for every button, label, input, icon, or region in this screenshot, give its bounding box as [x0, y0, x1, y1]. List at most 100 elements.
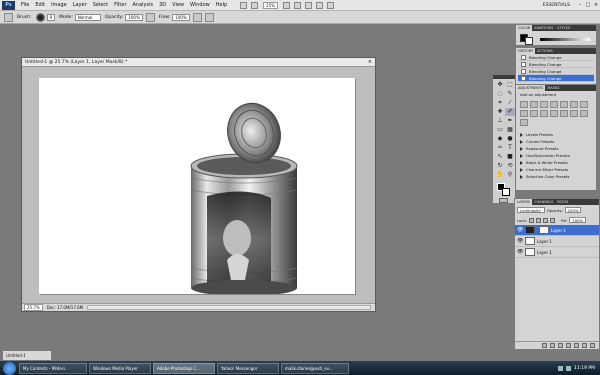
bridge-icon[interactable]	[240, 1, 248, 9]
history-brush-tool-icon[interactable]: ✒	[505, 117, 515, 125]
blend-mode-select[interactable]: Luminosity	[517, 207, 545, 213]
menu-analysis[interactable]: Analysis	[130, 2, 157, 8]
pen-tool-icon[interactable]: ✑	[495, 144, 505, 152]
clock[interactable]: 11:19 PM	[574, 366, 595, 371]
menu-filter[interactable]: Filter	[111, 2, 129, 8]
document-close-button[interactable]: ×	[368, 58, 372, 67]
layer-row[interactable]: 👁 Layer 1	[515, 236, 599, 247]
history-item[interactable]: Blending Change	[518, 54, 594, 61]
rotate-view-icon[interactable]	[305, 1, 313, 9]
pressure-opacity-icon[interactable]	[145, 12, 155, 22]
layer-row[interactable]: 👁 Layer 1	[515, 225, 599, 236]
airbrush-icon[interactable]	[192, 12, 202, 22]
tab-channels[interactable]: CHANNELS	[532, 199, 555, 205]
layer-row[interactable]: 👁 Layer 1	[515, 247, 599, 258]
preset-item[interactable]: Selective Color Presets	[520, 173, 592, 180]
lasso-tool-icon[interactable]: ◌	[495, 90, 505, 98]
volume-icon[interactable]	[566, 365, 571, 371]
hue-saturation-icon[interactable]	[570, 101, 578, 108]
crop-tool-icon[interactable]: ⌗	[495, 99, 505, 107]
fill-field[interactable]: 100%	[569, 217, 587, 223]
minimized-document[interactable]: Untitled-1	[2, 350, 52, 361]
menu-3d[interactable]: 3D	[156, 2, 169, 8]
background-color-icon[interactable]	[502, 188, 510, 196]
taskbar-item-active[interactable]: Adobe Photoshop C...	[153, 362, 215, 374]
preset-item[interactable]: Curves Presets	[520, 138, 592, 145]
black-white-icon[interactable]	[520, 110, 528, 117]
lock-transparency-icon[interactable]	[528, 217, 534, 223]
brush-preview-icon[interactable]	[35, 12, 45, 22]
channel-mixer-icon[interactable]	[540, 110, 548, 117]
history-item-active[interactable]: Blending Change	[518, 75, 594, 82]
visibility-eye-icon[interactable]: 👁	[517, 249, 523, 255]
quick-select-tool-icon[interactable]: ✎	[505, 90, 515, 98]
tab-adjustments[interactable]: ADJUSTMENTS	[516, 85, 546, 91]
lock-pixels-icon[interactable]	[535, 217, 541, 223]
status-zoom-field[interactable]: 25.7%	[24, 304, 43, 311]
status-doc-size[interactable]: Doc: 17.0M/17.6M	[47, 305, 83, 310]
layer-name[interactable]: Layer 1	[551, 228, 566, 233]
new-layer-icon[interactable]	[582, 343, 587, 348]
preset-item[interactable]: Levels Presets	[520, 131, 592, 138]
layer-name[interactable]: Layer 1	[537, 250, 552, 255]
lock-position-icon[interactable]	[542, 217, 548, 223]
taskbar-item[interactable]: malik.diaries@outl_ev...	[281, 362, 349, 374]
photo-filter-icon[interactable]	[530, 110, 538, 117]
gradient-map-icon[interactable]	[580, 110, 588, 117]
color-slider[interactable]	[540, 38, 590, 41]
selective-color-icon[interactable]	[520, 119, 528, 126]
network-icon[interactable]	[558, 365, 563, 371]
3d-orbit-tool-icon[interactable]: ⟲	[505, 162, 515, 170]
preset-item[interactable]: Channel Mixer Presets	[520, 166, 592, 173]
quick-mask-icon[interactable]	[499, 198, 508, 203]
path-selection-tool-icon[interactable]: ↖	[495, 153, 505, 161]
layer-style-icon[interactable]	[550, 343, 555, 348]
workspace-switcher[interactable]: ESSENTIALS	[543, 3, 570, 8]
tab-styles[interactable]: STYLES	[555, 25, 572, 31]
adjustment-layer-icon[interactable]	[566, 343, 571, 348]
dodge-tool-icon[interactable]: ●	[505, 135, 515, 143]
tab-color[interactable]: COLOR	[516, 25, 533, 31]
zoom-tool-icon[interactable]	[294, 1, 302, 9]
preset-item[interactable]: Black & White Presets	[520, 159, 592, 166]
layer-mask-thumbnail[interactable]	[539, 226, 549, 234]
tools-panel-grip[interactable]	[493, 75, 515, 79]
horizontal-scrollbar[interactable]	[87, 305, 371, 310]
shape-tool-icon[interactable]: ■	[505, 153, 515, 161]
zoom-tool-icon[interactable]: ⚲	[505, 171, 515, 179]
arrange-documents-icon[interactable]	[316, 1, 324, 9]
new-group-icon[interactable]	[574, 343, 579, 348]
marquee-tool-icon[interactable]: ⬚	[505, 81, 515, 89]
curves-icon[interactable]	[540, 101, 548, 108]
exposure-icon[interactable]	[550, 101, 558, 108]
restore-button[interactable]: □	[584, 2, 592, 9]
menu-view[interactable]: View	[169, 2, 187, 8]
delete-layer-icon[interactable]	[590, 343, 595, 348]
opacity-field[interactable]: 100%	[125, 13, 143, 21]
pressure-size-icon[interactable]	[204, 12, 214, 22]
menu-file[interactable]: File	[18, 2, 32, 8]
move-tool-icon[interactable]: ✥	[495, 81, 505, 89]
preset-item[interactable]: Exposure Presets	[520, 145, 592, 152]
blur-tool-icon[interactable]: ◆	[495, 135, 505, 143]
background-color-swatch[interactable]	[525, 37, 533, 45]
preset-item[interactable]: Hue/Saturation Presets	[520, 152, 592, 159]
eraser-tool-icon[interactable]: ▭	[495, 126, 505, 134]
gradient-tool-icon[interactable]: ▦	[505, 126, 515, 134]
menu-edit[interactable]: Edit	[32, 2, 48, 8]
minimize-button[interactable]: –	[576, 2, 584, 9]
brush-size-field[interactable]: 9	[46, 13, 56, 21]
history-item[interactable]: Blending Change	[518, 61, 594, 68]
flow-field[interactable]: 100%	[172, 13, 190, 21]
hand-tool-icon[interactable]: ✋	[495, 171, 505, 179]
menu-layer[interactable]: Layer	[70, 2, 90, 8]
color-balance-icon[interactable]	[580, 101, 588, 108]
tab-layers[interactable]: LAYERS	[515, 199, 533, 205]
menu-select[interactable]: Select	[90, 2, 111, 8]
menu-image[interactable]: Image	[48, 2, 70, 8]
layer-opacity-field[interactable]: 100%	[564, 207, 582, 213]
invert-icon[interactable]	[550, 110, 558, 117]
brush-tool-icon[interactable]	[4, 12, 13, 22]
eyedropper-tool-icon[interactable]: ⁄	[505, 99, 515, 107]
taskbar-item[interactable]: Yahoo! Messenger	[217, 362, 279, 374]
